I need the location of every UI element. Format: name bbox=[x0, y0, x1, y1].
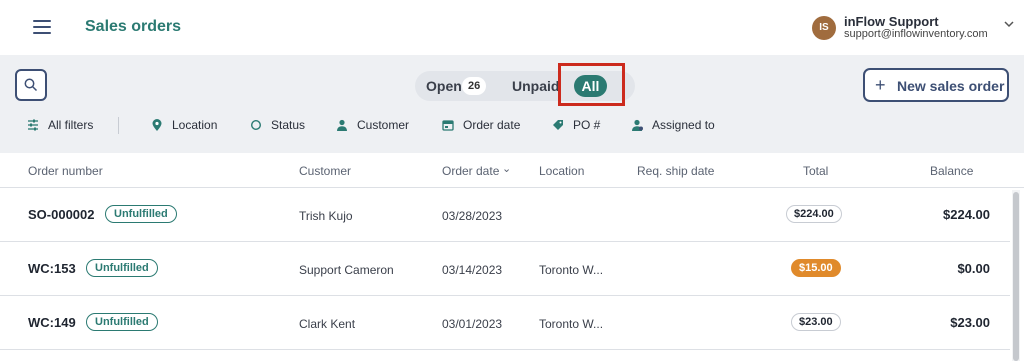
total-pill: $224.00 bbox=[786, 205, 842, 223]
map-pin-icon bbox=[152, 119, 162, 131]
filter-location[interactable]: Location bbox=[150, 117, 220, 135]
customer-name: Trish Kujo bbox=[299, 209, 353, 223]
calendar-icon bbox=[442, 120, 454, 131]
page-title: Sales orders bbox=[85, 18, 182, 35]
toolbar: Open 26 Unpaid All + New sales order All… bbox=[0, 55, 1024, 153]
search-button[interactable] bbox=[15, 69, 47, 101]
filter-label: All filters bbox=[48, 118, 94, 132]
avatar: IS bbox=[812, 16, 836, 40]
balance: $23.00 bbox=[950, 315, 990, 330]
filter-all-filters[interactable]: All filters bbox=[26, 117, 116, 135]
balance: $224.00 bbox=[943, 207, 990, 222]
filter-label: Customer bbox=[357, 118, 410, 132]
top-header: Sales orders IS inFlow Support support@i… bbox=[0, 0, 1024, 55]
circle-icon bbox=[250, 119, 262, 131]
user-name: inFlow Support bbox=[844, 14, 939, 29]
order-number[interactable]: WC:153 bbox=[28, 261, 76, 276]
order-number[interactable]: WC:149 bbox=[28, 315, 76, 330]
sliders-icon bbox=[28, 119, 38, 131]
plus-icon: + bbox=[875, 75, 886, 95]
customer-name: Support Cameron bbox=[299, 263, 394, 277]
filter-label: Assigned to bbox=[652, 118, 715, 132]
highlight-annotation bbox=[558, 63, 625, 106]
customer-name: Clark Kent bbox=[299, 317, 356, 331]
column-order-number[interactable]: Order number bbox=[28, 164, 103, 178]
location: Toronto W... bbox=[539, 317, 604, 331]
filter-order-date[interactable]: Order date bbox=[441, 117, 531, 135]
person-assigned-icon bbox=[632, 119, 643, 131]
menu-icon[interactable] bbox=[33, 20, 51, 34]
column-total[interactable]: Total bbox=[803, 164, 828, 178]
tag-icon bbox=[553, 120, 563, 130]
search-icon bbox=[24, 78, 38, 92]
table-row[interactable]: WC:149 Unfulfilled Clark Kent 03/01/2023… bbox=[0, 296, 1010, 350]
filter-label: Order date bbox=[463, 118, 521, 132]
column-location[interactable]: Location bbox=[539, 164, 584, 178]
sort-chevron-icon[interactable]: ⌄ bbox=[502, 162, 511, 175]
filter-status[interactable]: Status bbox=[249, 117, 309, 135]
user-email: support@inflowinventory.com bbox=[844, 28, 988, 40]
column-customer[interactable]: Customer bbox=[299, 164, 351, 178]
order-date: 03/14/2023 bbox=[442, 263, 503, 277]
filter-divider bbox=[118, 117, 119, 134]
table-row[interactable]: SO-000002 Unfulfilled Trish Kujo 03/28/2… bbox=[0, 188, 1010, 242]
table-row[interactable]: WC:153 Unfulfilled Support Cameron 03/14… bbox=[0, 242, 1010, 296]
tab-unpaid[interactable]: Unpaid bbox=[512, 78, 559, 94]
filter-customer[interactable]: Customer bbox=[335, 117, 415, 135]
balance: $0.00 bbox=[957, 261, 990, 276]
scrollbar-thumb[interactable] bbox=[1013, 192, 1019, 361]
filter-assigned-to[interactable]: Assigned to bbox=[630, 117, 720, 135]
column-req-ship-date[interactable]: Req. ship date bbox=[637, 164, 714, 178]
order-date: 03/28/2023 bbox=[442, 209, 503, 223]
person-icon bbox=[337, 119, 347, 131]
column-balance[interactable]: Balance bbox=[930, 164, 973, 178]
column-order-date[interactable]: Order date bbox=[442, 164, 499, 178]
order-number[interactable]: SO-000002 bbox=[28, 207, 95, 222]
filter-bar: All filters Location Status Customer Ord… bbox=[0, 117, 1024, 137]
status-badge: Unfulfilled bbox=[105, 205, 177, 223]
total-pill: $15.00 bbox=[791, 259, 841, 277]
status-badge: Unfulfilled bbox=[86, 313, 158, 331]
filter-po[interactable]: PO # bbox=[551, 117, 601, 135]
user-menu[interactable]: IS inFlow Support support@inflowinventor… bbox=[812, 14, 1017, 44]
tab-open[interactable]: Open bbox=[426, 78, 462, 94]
filter-label: Status bbox=[271, 118, 306, 132]
filter-label: PO # bbox=[573, 118, 601, 132]
order-date: 03/01/2023 bbox=[442, 317, 503, 331]
new-sales-order-label: New sales order bbox=[897, 78, 1005, 94]
status-badge: Unfulfilled bbox=[86, 259, 158, 277]
table-header: Order number Customer Order date ⌄ Locat… bbox=[0, 153, 1024, 188]
filter-label: Location bbox=[172, 118, 218, 132]
open-count-badge: 26 bbox=[462, 77, 487, 95]
location: Toronto W... bbox=[539, 263, 604, 277]
new-sales-order-button[interactable]: + New sales order bbox=[863, 68, 1009, 102]
total-pill: $23.00 bbox=[791, 313, 841, 331]
chevron-down-icon[interactable] bbox=[1004, 20, 1014, 31]
